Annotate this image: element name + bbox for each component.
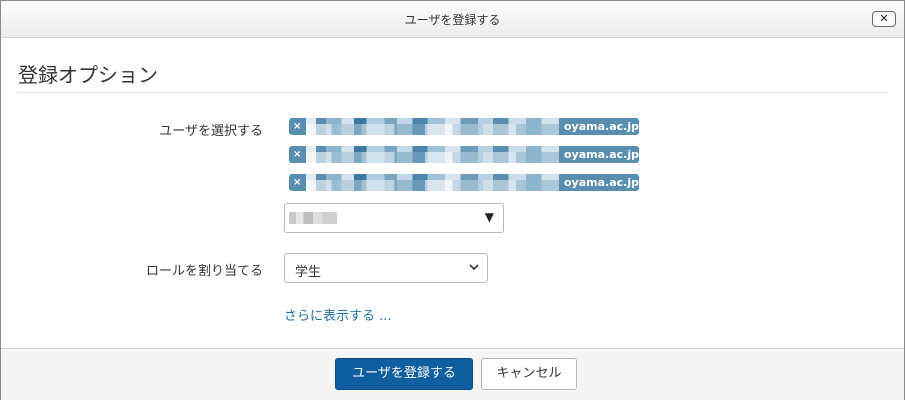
close-icon: ✕ — [879, 12, 889, 25]
selected-user-chip[interactable]: × oyama.ac.jp — [289, 118, 639, 135]
remove-chip-icon[interactable]: × — [293, 146, 301, 163]
chevron-down-icon — [469, 264, 479, 271]
redacted-search-text — [289, 212, 337, 224]
role-select-value: 学生 — [295, 265, 322, 280]
enrol-users-button[interactable]: ユーザを登録する — [335, 358, 473, 390]
selected-user-chip[interactable]: × oyama.ac.jp — [289, 174, 639, 191]
cancel-button[interactable]: キャンセル — [481, 358, 577, 390]
dialog-title: ユーザを登録する — [404, 13, 501, 27]
redacted-email-overlay — [306, 180, 559, 191]
dialog-titlebar: ユーザを登録する ✕ — [1, 1, 904, 38]
user-search-combobox[interactable]: ▼ — [284, 203, 504, 233]
dropdown-arrow-icon[interactable]: ▼ — [485, 210, 494, 224]
redacted-email-overlay — [306, 124, 559, 135]
select-users-label: ユーザを選択する — [159, 124, 263, 139]
remove-chip-icon[interactable]: × — [293, 118, 301, 135]
chip-domain: oyama.ac.jp — [564, 148, 639, 161]
redacted-email-overlay — [306, 152, 559, 163]
heading-divider — [18, 92, 888, 93]
remove-chip-icon[interactable]: × — [293, 174, 301, 191]
enrol-users-dialog: ユーザを登録する ✕ 登録オプション ユーザを選択する × oyama.ac.j… — [0, 0, 905, 400]
show-more-link[interactable]: さらに表示する ... — [284, 305, 392, 324]
close-button[interactable]: ✕ — [872, 11, 896, 27]
assign-role-label: ロールを割り当てる — [145, 264, 263, 279]
section-heading: 登録オプション — [18, 63, 158, 87]
chip-domain: oyama.ac.jp — [564, 120, 639, 133]
selected-user-chip[interactable]: × oyama.ac.jp — [289, 146, 639, 163]
chip-domain: oyama.ac.jp — [564, 176, 639, 189]
role-select[interactable]: 学生 — [284, 253, 488, 283]
